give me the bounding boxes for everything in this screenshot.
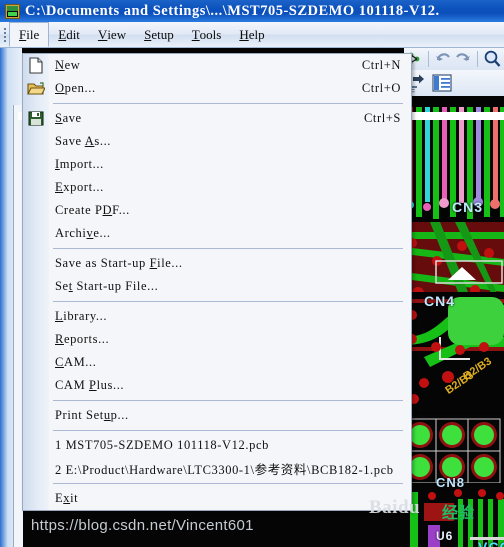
title-bar[interactable]: C:\Documents and Settings\...\MST705-SZD… (0, 0, 504, 22)
menu-label: Print Setup... (55, 408, 129, 422)
menu-separator (53, 103, 403, 104)
menu-label: Archive... (55, 226, 111, 240)
menu-bar[interactable]: File Edit View Setup Tools Help (0, 22, 504, 48)
silk-label-u6: U6 (436, 529, 454, 543)
menu-item-set-startup-file[interactable]: Set Start-up File... (23, 275, 411, 298)
menu-item-archive[interactable]: Archive... (23, 222, 411, 245)
menu-label: New (55, 58, 81, 72)
menu-separator (53, 400, 403, 401)
menu-item-cam[interactable]: CAM... (23, 351, 411, 374)
undo-icon[interactable] (433, 49, 453, 69)
menu-edit[interactable]: Edit (49, 22, 89, 47)
menu-item-new[interactable]: New Ctrl+N (23, 54, 411, 77)
save-disk-icon (27, 110, 45, 127)
menu-view[interactable]: View (89, 22, 135, 47)
menu-item-library[interactable]: Library... (23, 305, 411, 328)
silk-label-vcc: VCC (478, 539, 504, 547)
silk-label-cn3: CN3 (452, 199, 484, 215)
menu-item-import[interactable]: Import... (23, 153, 411, 176)
toolbar-secondary[interactable]: XF (404, 70, 504, 96)
menu-label: Create PDF... (55, 203, 130, 217)
menu-separator (53, 483, 403, 484)
menu-item-export[interactable]: Export... (23, 176, 411, 199)
menu-item-recent-file-1[interactable]: 1 MST705-SZDEMO 101118-V12.pcb (23, 434, 411, 457)
menu-help[interactable]: Help (230, 22, 273, 47)
application-window: CN3 CN4 CN8 U6 VCC B2/B3 B2/B3 (0, 0, 504, 547)
pads-app-icon (5, 3, 20, 19)
toolbar-separator (477, 50, 478, 67)
menu-separator (53, 430, 403, 431)
menu-label: Reports... (55, 332, 110, 346)
menu-label: 1 MST705-SZDEMO 101118-V12.pcb (55, 438, 269, 452)
menu-label: CAM... (55, 355, 97, 369)
menu-separator (53, 248, 403, 249)
menu-label: Exit (55, 491, 79, 505)
toolbar-separator (428, 50, 429, 67)
menu-file[interactable]: File (9, 22, 50, 47)
menu-item-cam-plus[interactable]: CAM Plus... (23, 374, 411, 397)
menu-label: Open... (55, 81, 96, 95)
menu-label: Import... (55, 157, 104, 171)
menu-label: Export... (55, 180, 104, 194)
jingyan-watermark: 经验 (442, 505, 475, 522)
toolbar-standard[interactable] (404, 47, 504, 71)
menu-item-save-as-startup-file[interactable]: Save as Start-up File... (23, 252, 411, 275)
new-document-icon (27, 57, 45, 74)
menu-label: Save (55, 111, 82, 125)
menu-item-save-as[interactable]: Save As... (23, 130, 411, 153)
list-icon[interactable] (430, 72, 456, 94)
menu-label: Library... (55, 309, 108, 323)
menu-item-exit[interactable]: Exit (23, 487, 411, 510)
menu-shortcut: Ctrl+O (361, 81, 401, 95)
silk-label-cn4: CN4 (424, 293, 456, 309)
csdn-watermark: https://blog.csdn.net/Vincent601 (31, 517, 254, 534)
file-menu-popup[interactable]: New Ctrl+N Open... Ctrl+O Save Ctrl+S Sa… (22, 53, 412, 511)
menu-separator (53, 301, 403, 302)
menu-label: Save as Start-up File... (55, 256, 183, 270)
menu-item-recent-file-2[interactable]: 2 E:\Product\Hardware\LTC3300-1\参考资料\BCB… (23, 457, 411, 480)
menu-setup[interactable]: Setup (135, 22, 183, 47)
menu-item-open[interactable]: Open... Ctrl+O (23, 77, 411, 100)
redo-icon[interactable] (453, 49, 473, 69)
menubar-grip[interactable] (0, 22, 9, 47)
menu-tools[interactable]: Tools (183, 22, 231, 47)
menu-label: Save As... (55, 134, 112, 148)
menu-item-reports[interactable]: Reports... (23, 328, 411, 351)
window-title: C:\Documents and Settings\...\MST705-SZD… (25, 2, 440, 19)
menu-label: Set Start-up File... (55, 279, 159, 293)
menu-item-print-setup[interactable]: Print Setup... (23, 404, 411, 427)
menu-label: CAM Plus... (55, 378, 125, 392)
baidu-watermark: Baidu (369, 497, 421, 518)
open-folder-icon (27, 80, 46, 97)
menu-label: 2 E:\Product\Hardware\LTC3300-1\参考资料\BCB… (55, 463, 394, 477)
menu-item-create-pdf[interactable]: Create PDF... (23, 199, 411, 222)
silk-label-cn8: CN8 (436, 475, 466, 490)
menu-shortcut: Ctrl+N (361, 58, 401, 72)
magnifier-icon[interactable] (482, 49, 502, 69)
menu-shortcut: Ctrl+S (363, 111, 401, 125)
menu-item-save[interactable]: Save Ctrl+S (23, 107, 411, 130)
